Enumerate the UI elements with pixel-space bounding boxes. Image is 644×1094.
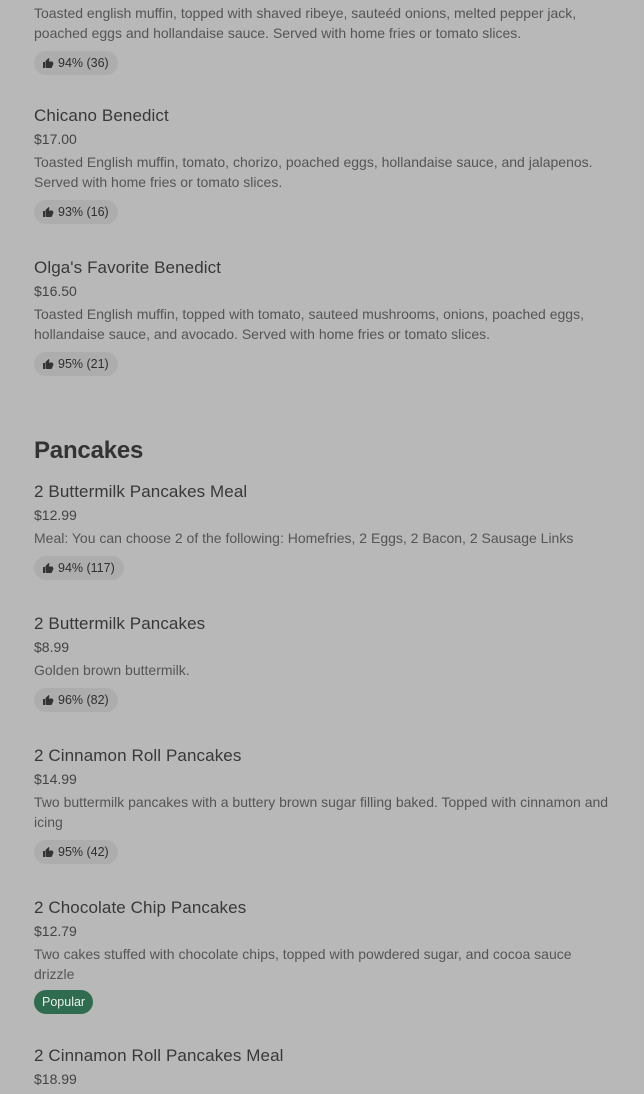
item-price: $17.00 bbox=[34, 131, 77, 147]
rating-text: 95% (42) bbox=[58, 845, 109, 859]
menu-item[interactable]: Chicano Benedict $17.00 Toasted English … bbox=[34, 105, 614, 224]
rating-text: 93% (16) bbox=[58, 205, 109, 219]
thumbs-up-icon bbox=[43, 207, 54, 217]
menu-item[interactable]: 2 Cinnamon Roll Pancakes $14.99 Two butt… bbox=[34, 745, 614, 864]
section-title-pancakes: Pancakes bbox=[34, 437, 144, 464]
rating-text: 94% (36) bbox=[58, 56, 109, 70]
rating-badge: 94% (117) bbox=[34, 556, 124, 580]
menu-item[interactable]: Olga's Favorite Benedict $16.50 Toasted … bbox=[34, 257, 614, 376]
thumbs-up-icon bbox=[43, 359, 54, 369]
rating-text: 96% (82) bbox=[58, 693, 109, 707]
item-name: 2 Buttermilk Pancakes bbox=[34, 614, 206, 633]
item-name: 2 Buttermilk Pancakes Meal bbox=[34, 482, 248, 501]
rating-badge: 93% (16) bbox=[34, 200, 118, 224]
item-price: $12.99 bbox=[34, 507, 77, 523]
item-description: Toasted English muffin, tomato, chorizo,… bbox=[34, 154, 593, 190]
rating-badge: 94% (36) bbox=[34, 51, 118, 75]
item-price: $16.50 bbox=[34, 283, 77, 299]
item-name: 2 Chocolate Chip Pancakes bbox=[34, 898, 247, 917]
menu-item[interactable]: 2 Buttermilk Pancakes Meal $12.99 Meal: … bbox=[34, 481, 614, 580]
item-price: $18.99 bbox=[34, 1071, 77, 1087]
rating-badge: 96% (82) bbox=[34, 688, 118, 712]
rating-badge: 95% (21) bbox=[34, 352, 118, 376]
item-price: $8.99 bbox=[34, 639, 70, 655]
thumbs-up-icon bbox=[43, 58, 54, 68]
menu-item[interactable]: Toasted english muffin, topped with shav… bbox=[34, 3, 614, 75]
rating-badge: 95% (42) bbox=[34, 840, 118, 864]
rating-text: 94% (117) bbox=[58, 561, 115, 575]
item-name: 2 Cinnamon Roll Pancakes Meal bbox=[34, 1046, 284, 1065]
item-description: Toasted english muffin, topped with shav… bbox=[34, 5, 577, 41]
item-description: Two buttermilk pancakes with a buttery b… bbox=[34, 794, 609, 830]
rating-text: 95% (21) bbox=[58, 357, 109, 371]
item-description: Golden brown buttermilk. bbox=[34, 662, 190, 678]
menu-page: Toasted english muffin, topped with shav… bbox=[0, 0, 644, 1094]
thumbs-up-icon bbox=[43, 563, 54, 573]
popular-badge: Popular bbox=[34, 990, 94, 1014]
menu-item[interactable]: 2 Chocolate Chip Pancakes $12.79 Two cak… bbox=[34, 897, 614, 1014]
item-price: $12.79 bbox=[34, 923, 77, 939]
thumbs-up-icon bbox=[43, 847, 54, 857]
item-price: $14.99 bbox=[34, 771, 77, 787]
item-name: Olga's Favorite Benedict bbox=[34, 258, 222, 277]
thumbs-up-icon bbox=[43, 695, 54, 705]
item-name: Chicano Benedict bbox=[34, 106, 169, 125]
item-description: Two cakes stuffed with chocolate chips, … bbox=[34, 946, 572, 982]
menu-item[interactable]: 2 Cinnamon Roll Pancakes Meal $18.99 bbox=[34, 1045, 614, 1088]
item-description: Toasted English muffin, topped with toma… bbox=[34, 306, 584, 342]
item-name: 2 Cinnamon Roll Pancakes bbox=[34, 746, 242, 765]
menu-item[interactable]: 2 Buttermilk Pancakes $8.99 Golden brown… bbox=[34, 613, 614, 712]
item-description: Meal: You can choose 2 of the following:… bbox=[34, 530, 574, 546]
